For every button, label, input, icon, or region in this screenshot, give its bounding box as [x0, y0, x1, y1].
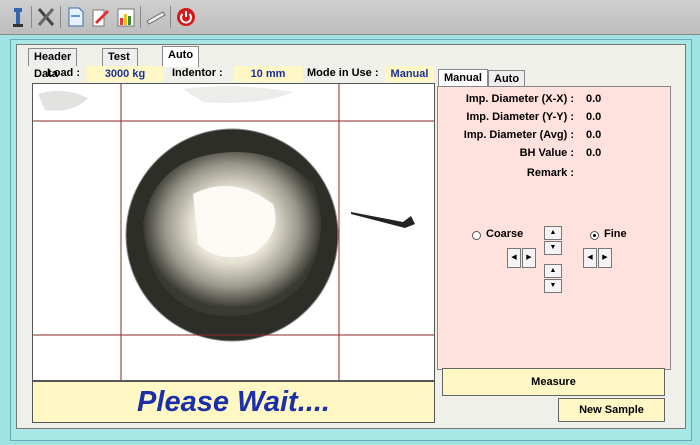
status-message: Please Wait....: [32, 381, 435, 423]
move-left-button[interactable]: ◀: [507, 248, 521, 268]
move-down-button[interactable]: ▼: [544, 241, 562, 255]
result-value-avg: 0.0: [586, 129, 602, 141]
result-label-avg: Imp. Diameter (Avg) :: [463, 129, 574, 141]
power-icon[interactable]: [176, 6, 196, 28]
coarse-label: Coarse: [486, 228, 524, 240]
indentor-label: Indentor :: [172, 67, 223, 79]
result-label-bh: BH Value :: [519, 147, 574, 159]
move-right-button[interactable]: ▶: [522, 248, 536, 268]
tab-auto[interactable]: Auto: [162, 46, 200, 67]
new-sample-button[interactable]: New Sample: [558, 398, 665, 422]
result-value-yy: 0.0: [586, 111, 602, 123]
fine-radio[interactable]: [590, 231, 599, 240]
info-bar: Load : 3000 kg Indentor : 10 mm Mode in …: [30, 66, 434, 82]
move-up-button-2[interactable]: ▲: [544, 264, 562, 278]
indentation-image[interactable]: [32, 83, 435, 381]
toolbar: [0, 0, 700, 35]
gauge-icon[interactable]: [8, 6, 28, 28]
load-value: 3000 kg: [86, 66, 164, 82]
tab-header-data[interactable]: Header Data: [28, 48, 78, 80]
coarse-radio[interactable]: [472, 231, 481, 240]
results-panel: Imp. Diameter (X-X) : 0.0 Imp. Diameter …: [437, 86, 671, 370]
mode-value: Manual: [385, 66, 434, 82]
tab-test-data[interactable]: Test Data: [102, 48, 138, 80]
result-value-xx: 0.0: [586, 93, 602, 105]
move-up-button[interactable]: ▲: [544, 226, 562, 240]
document-icon[interactable]: [66, 6, 86, 28]
result-label-remark: Remark :: [526, 167, 574, 179]
load-label: Load :: [47, 67, 80, 79]
report-icon[interactable]: [116, 6, 136, 28]
fine-left-button[interactable]: ◀: [583, 248, 597, 268]
ruler-icon[interactable]: [146, 6, 166, 28]
edit-icon[interactable]: [90, 6, 110, 28]
microscope-view: [33, 84, 434, 380]
indentor-value: 10 mm: [233, 66, 303, 82]
move-down-button-2[interactable]: ▼: [544, 279, 562, 293]
measure-button[interactable]: Measure: [442, 368, 665, 396]
mode-label: Mode in Use :: [307, 67, 379, 79]
result-value-bh: 0.0: [586, 147, 602, 159]
result-label-yy: Imp. Diameter (Y-Y) :: [466, 111, 574, 123]
fine-label: Fine: [604, 228, 627, 240]
fine-right-button[interactable]: ▶: [598, 248, 612, 268]
result-label-xx: Imp. Diameter (X-X) :: [465, 93, 574, 105]
tools-icon[interactable]: [36, 6, 56, 28]
